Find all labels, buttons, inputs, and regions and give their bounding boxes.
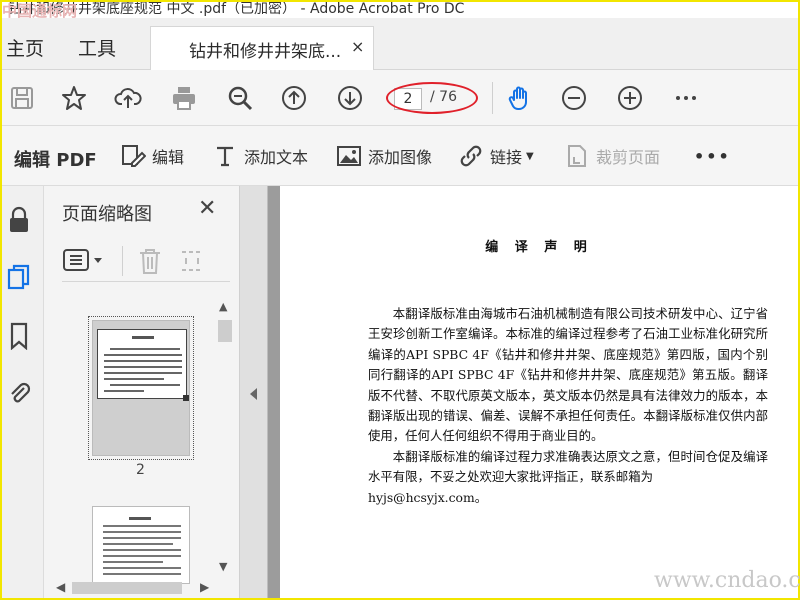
add-text-button[interactable]: 添加文本 <box>212 142 308 170</box>
crop-pages-label: 裁剪页面 <box>596 148 661 167</box>
panel-title: 页面缩略图 <box>62 204 152 225</box>
toolbar-divider <box>492 82 493 114</box>
document-page: 编 译 声 明 本翻译版标准由海城市石油机械制造有限公司技术研发中心、辽宁省王安… <box>280 186 798 598</box>
lock-icon[interactable] <box>6 206 34 236</box>
site-logo-watermark: 中国通标网 <box>2 2 78 18</box>
upload-icon[interactable] <box>112 82 144 114</box>
resize-handle[interactable] <box>183 395 189 401</box>
tab-document[interactable]: 钻井和修井井架底... × <box>150 26 374 70</box>
zoom-search-icon[interactable] <box>224 82 256 114</box>
site-watermark: www.cndao.com <box>654 568 800 593</box>
options-menu-icon[interactable] <box>62 246 108 276</box>
add-text-label: 添加文本 <box>244 148 309 167</box>
add-image-button[interactable]: 添加图像 <box>336 142 432 170</box>
text-icon <box>217 146 233 167</box>
link-icon <box>460 145 482 167</box>
hand-icon[interactable] <box>504 82 536 114</box>
link-label: 链接 <box>490 148 523 167</box>
link-button[interactable]: 链接 ▼ <box>458 142 534 170</box>
tab-bar: 主页 工具 钻井和修井井架底... × <box>2 18 798 70</box>
more-icon[interactable] <box>670 82 702 114</box>
main-toolbar: 2 / 76 <box>2 70 798 126</box>
close-panel-icon[interactable]: ✕ <box>198 196 216 221</box>
thumbnail-page-number: 2 <box>136 462 145 478</box>
crop-icon <box>568 145 586 167</box>
scroll-down-icon[interactable]: ▼ <box>219 560 227 573</box>
edit-icon <box>122 145 146 167</box>
next-page-icon[interactable] <box>334 82 366 114</box>
paragraph-2: 本翻译版标准的编译过程力求准确表达原文之意，但时间仓促及编译水平有限，不妥之处欢… <box>368 448 768 485</box>
image-icon <box>337 146 361 166</box>
paragraph-1: 本翻译版标准由海城市石油机械制造有限公司技术研发中心、辽宁省王安珍创新工作室编译… <box>368 306 768 444</box>
page-thumbnails-panel: 页面缩略图 ✕ 2 ▲ ▼ ◀ ▶ <box>44 186 240 598</box>
chevron-down-icon: ▼ <box>526 150 534 162</box>
edit-button[interactable]: 编辑 <box>120 142 184 170</box>
panel-splitter[interactable] <box>240 186 268 598</box>
scroll-up-icon[interactable]: ▲ <box>219 300 227 313</box>
pages-icon[interactable] <box>6 264 34 294</box>
star-icon[interactable] <box>58 82 90 114</box>
highlight-annotation <box>386 82 478 114</box>
document-heading: 编 译 声 明 <box>485 240 593 255</box>
scroll-right-icon[interactable]: ▶ <box>200 580 209 594</box>
scroll-left-icon[interactable]: ◀ <box>56 580 65 594</box>
collapse-arrow-icon[interactable] <box>250 388 257 400</box>
rotate-page-icon[interactable] <box>178 246 206 276</box>
thumbnail-page-3[interactable] <box>92 506 190 584</box>
crop-pages-button[interactable]: 裁剪页面 <box>564 142 660 170</box>
edit-pdf-title: 编辑 PDF <box>14 150 97 171</box>
thumbnail-page-2[interactable] <box>88 316 194 460</box>
attachment-icon[interactable] <box>6 378 34 408</box>
document-body: 本翻译版标准由海城市石油机械制造有限公司技术研发中心、辽宁省王安珍创新工作室编译… <box>368 304 768 508</box>
bookmark-icon[interactable] <box>6 322 34 352</box>
thumbnails-horizontal-scrollbar[interactable]: ◀ ▶ <box>54 578 214 596</box>
scrollbar-thumb[interactable] <box>218 320 232 342</box>
add-image-label: 添加图像 <box>368 148 433 167</box>
more-edit-options-icon[interactable]: ••• <box>694 142 731 170</box>
horizontal-scrollbar-thumb[interactable] <box>72 582 182 594</box>
print-icon[interactable] <box>168 82 200 114</box>
prev-page-icon[interactable] <box>278 82 310 114</box>
thumbnails-vertical-scrollbar[interactable]: ▲ ▼ <box>216 296 234 576</box>
tab-document-label: 钻井和修井井架底... <box>189 42 342 62</box>
edit-label: 编辑 <box>152 148 185 167</box>
trash-icon[interactable] <box>136 246 164 276</box>
contact-email: hyjs@hcsyjx.com。 <box>368 489 488 505</box>
edit-pdf-toolbar: 编辑 PDF 编辑 添加文本 添加图像 链接 ▼ 裁剪页面 ••• <box>2 126 798 186</box>
tab-home[interactable]: 主页 <box>6 34 44 61</box>
tab-tools[interactable]: 工具 <box>78 34 116 61</box>
thumbnail-tools <box>62 242 230 282</box>
close-tab-icon[interactable]: × <box>351 37 364 56</box>
thumbnail-content <box>97 329 187 399</box>
title-bar: 钻井和修井井架底座规范 中文 .pdf（已加密） - Adobe Acrobat… <box>2 2 798 18</box>
tools-divider <box>122 246 123 276</box>
save-icon[interactable] <box>6 82 38 114</box>
zoom-in-icon[interactable] <box>614 82 646 114</box>
zoom-out-icon[interactable] <box>558 82 590 114</box>
left-rail <box>2 186 44 598</box>
